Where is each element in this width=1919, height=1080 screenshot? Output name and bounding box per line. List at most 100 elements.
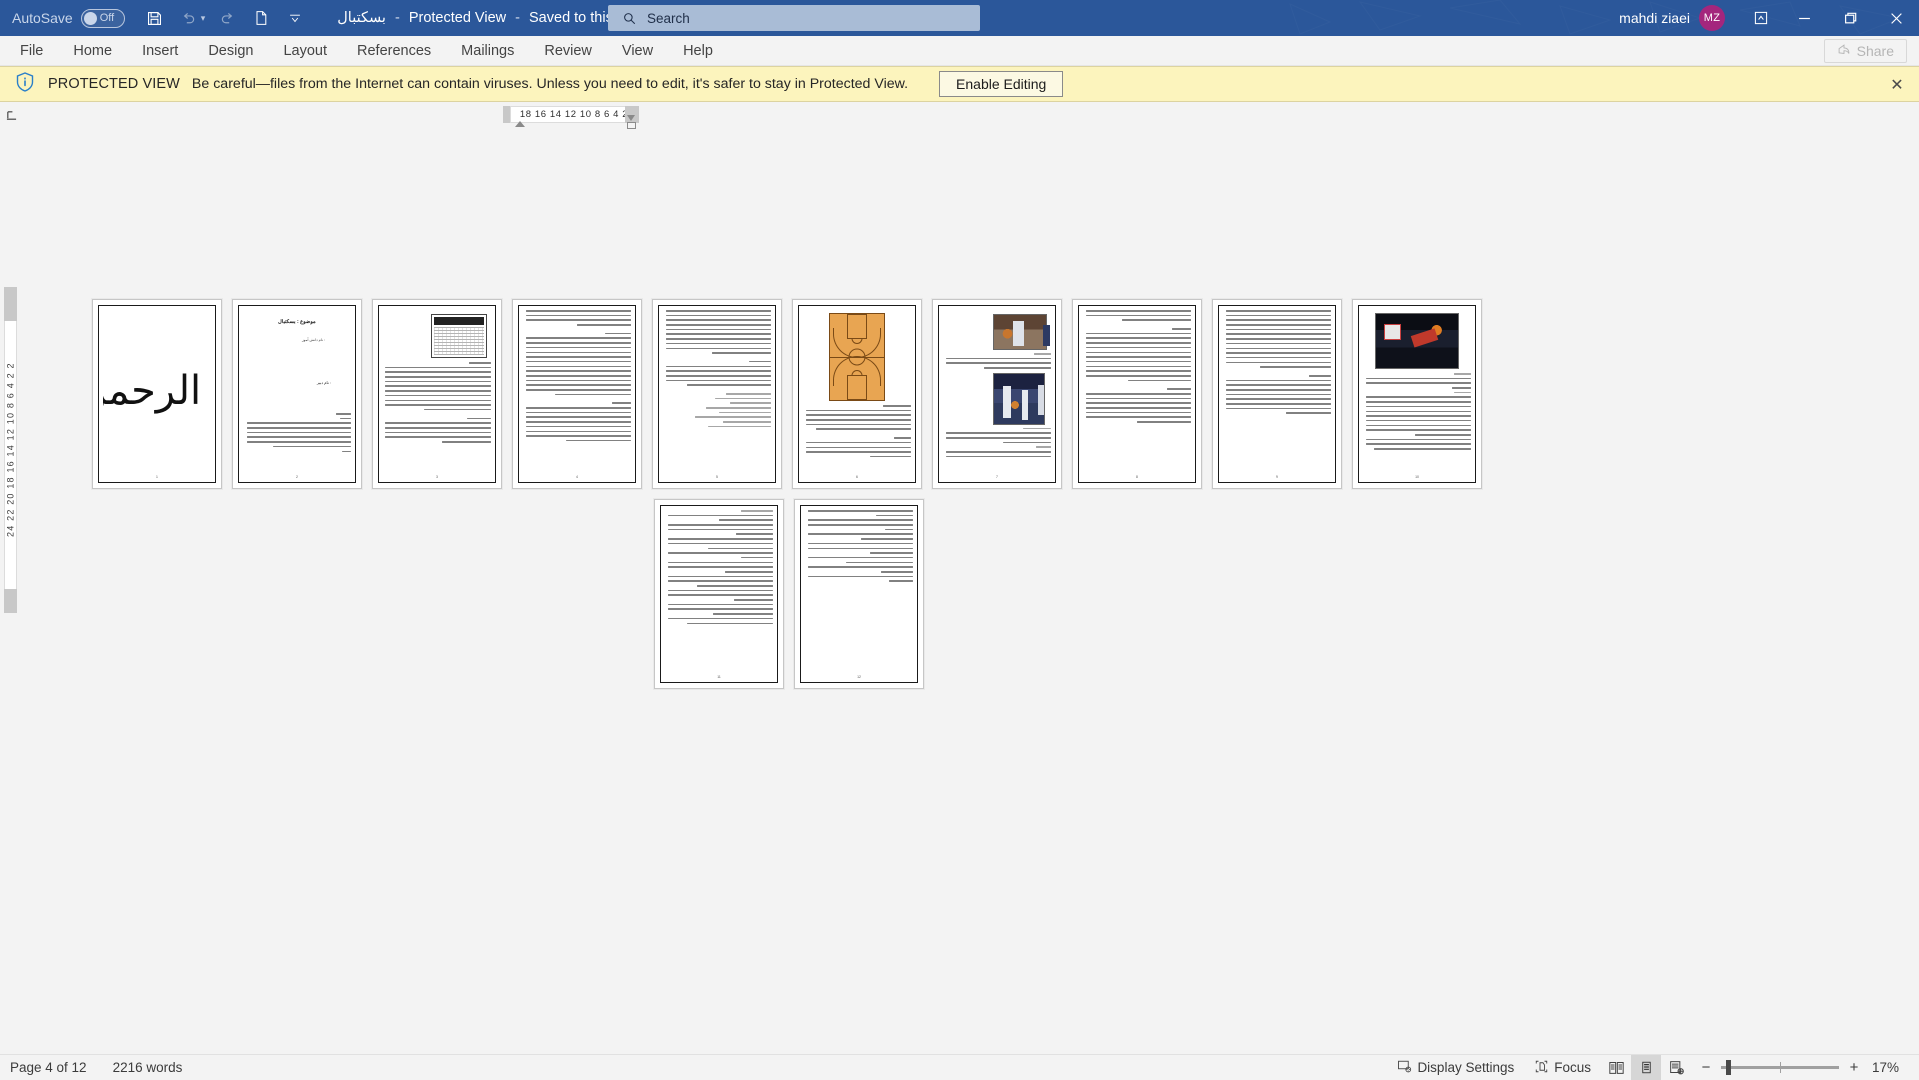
horizontal-ruler[interactable]: 18 16 14 12 10 8 6 4 2 — [510, 106, 638, 123]
tab-layout[interactable]: Layout — [271, 40, 339, 62]
search-icon — [622, 11, 637, 26]
protected-view-shield-icon — [14, 71, 36, 98]
page-border: 3 — [378, 305, 496, 483]
page-thumbnail[interactable]: بسم الله الرحمن الرحیم 1 — [92, 299, 222, 489]
page-border: 4 — [518, 305, 636, 483]
page-content — [803, 310, 911, 478]
restore-button[interactable] — [1827, 0, 1873, 36]
autosave-state: Off — [100, 12, 114, 24]
doc-teacher-line: نام دبیر : — [243, 380, 351, 385]
status-right-group: Display Settings Focus — [1387, 1055, 1911, 1080]
read-mode-icon[interactable] — [1601, 1055, 1631, 1080]
print-layout-icon[interactable] — [1631, 1055, 1661, 1080]
share-icon — [1837, 43, 1851, 60]
redo-icon[interactable] — [211, 3, 243, 33]
tab-help[interactable]: Help — [671, 40, 725, 62]
avatar[interactable]: MZ — [1699, 5, 1725, 31]
protected-view-message: Be careful—files from the Internet can c… — [192, 76, 908, 92]
protected-view-banner: PROTECTED VIEW Be careful—files from the… — [0, 66, 1919, 102]
zoom-level[interactable]: 17% — [1869, 1060, 1903, 1075]
page-border: 5 — [658, 305, 776, 483]
page-thumbnail[interactable]: 5 — [652, 299, 782, 489]
page-indicator[interactable]: Page 4 of 12 — [10, 1060, 87, 1075]
page-border: 7 — [938, 305, 1056, 483]
zoom-out-button[interactable]: − — [1699, 1059, 1713, 1076]
autosave-knob — [84, 12, 97, 25]
search-box[interactable]: Search — [608, 5, 980, 31]
word-count[interactable]: 2216 words — [113, 1060, 183, 1075]
focus-icon — [1534, 1059, 1549, 1077]
tab-file[interactable]: File — [8, 40, 55, 62]
tab-home[interactable]: Home — [61, 40, 124, 62]
titlebar-right-group: mahdi ziaei MZ — [1619, 0, 1919, 36]
page-number: 7 — [939, 475, 1055, 479]
tab-references[interactable]: References — [345, 40, 443, 62]
tab-review[interactable]: Review — [532, 40, 604, 62]
page-number: 1 — [99, 475, 215, 479]
page-border: 9 — [1218, 305, 1336, 483]
page-border: 6 — [798, 305, 916, 483]
page-number: 6 — [799, 475, 915, 479]
search-placeholder: Search — [647, 11, 690, 26]
ribbon-display-options-icon[interactable] — [1741, 0, 1781, 36]
page-thumbnail[interactable]: 6 — [792, 299, 922, 489]
page-border: 8 — [1078, 305, 1196, 483]
page-border: 10 — [1358, 305, 1476, 483]
tab-insert[interactable]: Insert — [130, 40, 190, 62]
page-thumbnail[interactable]: 9 — [1212, 299, 1342, 489]
zoom-slider[interactable] — [1721, 1066, 1839, 1069]
page-thumbnail[interactable]: موضوع : بسکتبال نام دانش آموز : نام دبیر… — [232, 299, 362, 489]
page-thumbnail[interactable]: 8 — [1072, 299, 1202, 489]
page-thumbnail[interactable]: 4 — [512, 299, 642, 489]
page-number: 9 — [1219, 475, 1335, 479]
share-button[interactable]: Share — [1824, 39, 1907, 63]
page-thumbnail[interactable]: 11 — [654, 499, 784, 689]
close-button[interactable] — [1873, 0, 1919, 36]
page-thumbnail[interactable]: 10 — [1352, 299, 1482, 489]
title-bar: AutoSave Off ▾ — [0, 0, 1919, 36]
zoom-slider-knob[interactable] — [1726, 1060, 1731, 1075]
display-settings-button[interactable]: Display Settings — [1387, 1055, 1524, 1080]
vertical-ruler[interactable]: 24 22 20 18 16 14 12 10 8 6 4 2 2 — [0, 121, 20, 1054]
customize-quick-access-icon[interactable] — [279, 3, 311, 33]
autosave-toggle[interactable]: Off — [81, 9, 125, 28]
doc-title: موضوع : بسکتبال — [243, 319, 351, 325]
enable-editing-button[interactable]: Enable Editing — [939, 71, 1063, 97]
new-doc-icon[interactable] — [245, 3, 277, 33]
user-name[interactable]: mahdi ziaei — [1619, 10, 1690, 26]
status-bar: Page 4 of 12 2216 words Display Settings… — [0, 1054, 1919, 1079]
tab-design[interactable]: Design — [196, 40, 265, 62]
court-free-throw-arc-bottom — [852, 370, 863, 376]
undo-dropdown-caret-icon[interactable]: ▾ — [201, 13, 206, 24]
zoom-control[interactable]: − + 17% — [1691, 1059, 1911, 1076]
minimize-button[interactable] — [1781, 0, 1827, 36]
basketball-court-image — [829, 313, 885, 401]
page-number: 11 — [661, 675, 777, 679]
title-separator-2: - — [515, 10, 520, 26]
page-number: 5 — [659, 475, 775, 479]
zoom-in-button[interactable]: + — [1847, 1059, 1861, 1076]
right-indent-marker-top[interactable] — [627, 115, 635, 121]
right-indent-marker-box[interactable] — [627, 122, 636, 129]
banner-close-icon[interactable]: ✕ — [1887, 75, 1907, 95]
page-thumbnail[interactable]: 3 — [372, 299, 502, 489]
save-icon[interactable] — [139, 3, 171, 33]
page-thumbnail[interactable]: 12 — [794, 499, 924, 689]
web-layout-icon[interactable] — [1661, 1055, 1691, 1080]
autosave-label: AutoSave — [12, 10, 73, 26]
page-number: 12 — [801, 675, 917, 679]
document-workspace[interactable]: 18 16 14 12 10 8 6 4 2 24 22 20 18 16 14… — [0, 121, 1919, 1054]
protected-view-label: Protected View — [409, 10, 506, 26]
page-number: 10 — [1359, 475, 1475, 479]
page-content — [1223, 310, 1331, 478]
basketball-diagram-image — [431, 314, 487, 358]
page-thumbnail[interactable]: 7 — [932, 299, 1062, 489]
zoom-slider-midpoint — [1780, 1062, 1781, 1073]
focus-label: Focus — [1554, 1060, 1591, 1075]
focus-button[interactable]: Focus — [1524, 1055, 1601, 1080]
page-content — [523, 310, 631, 478]
page-content — [383, 310, 491, 478]
tab-mailings[interactable]: Mailings — [449, 40, 526, 62]
left-indent-marker[interactable] — [515, 121, 525, 127]
tab-view[interactable]: View — [610, 40, 665, 62]
